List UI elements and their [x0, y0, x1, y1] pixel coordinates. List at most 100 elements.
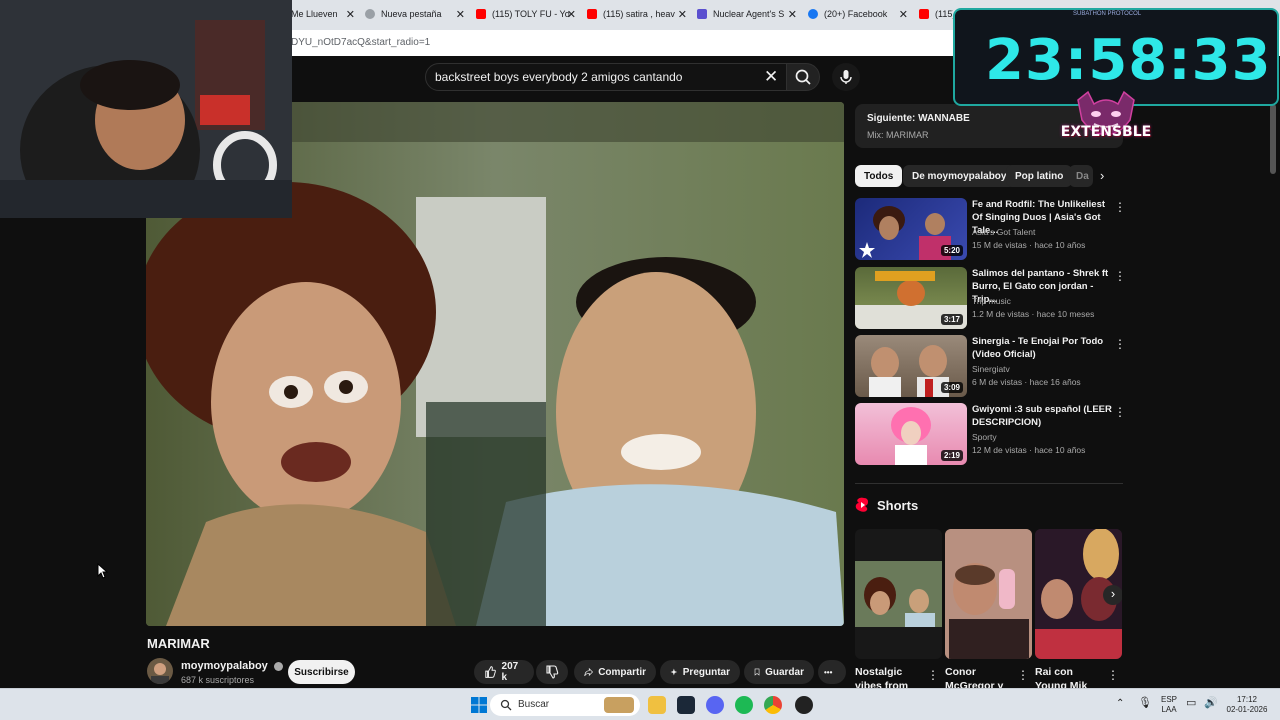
start-button[interactable]: [470, 696, 488, 714]
short-thumbnail[interactable]: [945, 529, 1032, 659]
scrollbar-thumb[interactable]: [1270, 104, 1276, 174]
more-options-icon[interactable]: ⋮: [1114, 405, 1126, 419]
browser-tab[interactable]: (115) satira , heav ✕: [587, 4, 687, 24]
webcam-overlay: [0, 0, 292, 218]
subscribe-button[interactable]: Suscribirse: [288, 660, 355, 684]
verified-icon: [273, 661, 283, 671]
more-options-icon[interactable]: ⋮: [1114, 269, 1126, 283]
duration-badge: 3:09: [940, 382, 963, 393]
close-icon[interactable]: ✕: [678, 8, 687, 21]
windows-logo-icon: [471, 697, 487, 713]
tab-title: (115) TOLY FU - Yo: [492, 9, 570, 19]
browser-tab[interactable]: (20+) Facebook ✕: [808, 4, 908, 24]
shorts-label: Shorts: [877, 497, 919, 513]
short-thumbnail[interactable]: ›: [1035, 529, 1122, 659]
more-options-icon[interactable]: ⋮: [1114, 200, 1126, 214]
youtube-icon: [587, 9, 597, 19]
obs-icon[interactable]: [795, 696, 813, 714]
clock[interactable]: 17:12 02-01-2026: [1222, 695, 1272, 715]
channel-name-text: moymoypalaboy: [181, 660, 268, 672]
bookmark-icon: [754, 668, 760, 676]
language-indicator[interactable]: ESP LAA: [1158, 695, 1180, 715]
browser-tab[interactable]: (115): [919, 4, 953, 24]
chip-all[interactable]: Todos: [855, 165, 903, 187]
browser-tab[interactable]: Me Llueven ✕: [291, 4, 355, 24]
channel-avatar[interactable]: [147, 658, 173, 684]
chevron-right-icon[interactable]: ›: [1103, 585, 1122, 605]
more-options-icon[interactable]: ⋮: [927, 668, 939, 682]
save-button[interactable]: Guardar: [744, 660, 814, 684]
steam-icon[interactable]: [677, 696, 695, 714]
shorts-header: Shorts: [855, 497, 918, 513]
recommendation-item[interactable]: 2:19 Gwiyomi :3 sub español (LEER DESCRI…: [855, 403, 1130, 467]
close-icon[interactable]: ✕: [346, 8, 355, 21]
recommendation-item[interactable]: 5:20 Fe and Rodfil: The Unlikeliest Of S…: [855, 198, 1130, 262]
browser-tab[interactable]: Nuclear Agent's S ✕: [697, 4, 797, 24]
monitor-icon[interactable]: ▭: [1186, 698, 1196, 709]
voice-search-button[interactable]: [832, 63, 860, 91]
windows-taskbar: Buscar ⌃ 🎙 ESP LAA ▭ 🔊 17:12 02-01-2026: [0, 688, 1280, 720]
dislike-button[interactable]: [536, 660, 568, 684]
search-input[interactable]: backstreet boys everybody 2 amigos canta…: [425, 63, 787, 91]
like-button[interactable]: 207 k: [474, 660, 534, 684]
sparkle-icon: [670, 668, 678, 676]
more-options-icon[interactable]: ⋮: [1107, 668, 1119, 682]
recommendation-item[interactable]: 3:17 Salimos del pantano - Shrek ft Burr…: [855, 267, 1130, 331]
short-thumbnail[interactable]: [855, 529, 942, 659]
ask-button[interactable]: Preguntar: [660, 660, 740, 684]
close-icon[interactable]: ✕: [567, 8, 576, 21]
short-title[interactable]: Rai con Young Mik: [1035, 665, 1107, 689]
tab-title: (20+) Facebook: [824, 9, 888, 19]
demon-mascot-icon: [1077, 90, 1135, 135]
taskbar-search[interactable]: Buscar: [490, 694, 640, 716]
tab-title: (115) satira , heav: [603, 9, 675, 19]
short-title[interactable]: Conor McGregor y: [945, 665, 1017, 689]
chip-channel[interactable]: De moymoypalaboy: [903, 165, 1016, 187]
microphone-icon[interactable]: 🎙: [1138, 698, 1152, 709]
recommendation-meta: 6 M de vistas · hace 16 años: [972, 377, 1081, 387]
chevron-up-icon[interactable]: ⌃: [1116, 699, 1124, 709]
chevron-right-icon[interactable]: ›: [1100, 168, 1104, 183]
chip-pop-latino[interactable]: Pop latino: [1006, 165, 1073, 187]
close-icon[interactable]: ✕: [788, 8, 797, 21]
file-explorer-icon[interactable]: [648, 696, 666, 714]
more-actions-button[interactable]: •••: [818, 660, 846, 684]
webcam-feed: [0, 0, 292, 218]
close-icon[interactable]: ✕: [899, 8, 908, 21]
more-options-icon[interactable]: ⋮: [1114, 337, 1126, 351]
browser-tab[interactable]: (115) TOLY FU - Yo ✕: [476, 4, 576, 24]
recommendation-title: Gwiyomi :3 sub español (LEER DESCRIPCION…: [972, 404, 1112, 428]
search-query: backstreet boys everybody 2 amigos canta…: [435, 70, 683, 84]
search-button[interactable]: [786, 63, 820, 91]
youtube-icon: [476, 9, 486, 19]
spotify-icon[interactable]: [735, 696, 753, 714]
video-thumbnail: 3:17: [855, 267, 967, 329]
streamer-logo: EXTENSBLE: [1058, 90, 1154, 154]
browser-tab[interactable]: Nueva pestaña ✕: [365, 4, 465, 24]
short-title[interactable]: Nostalgic vibes from: [855, 665, 927, 689]
tab-title: (115): [935, 9, 953, 19]
video-title: MARIMAR: [147, 636, 210, 651]
taskbar-search-label: Buscar: [518, 699, 550, 710]
chrome-icon[interactable]: [764, 696, 782, 714]
clear-icon[interactable]: ✕: [764, 67, 778, 87]
facebook-icon: [808, 9, 818, 19]
volume-icon[interactable]: 🔊: [1204, 698, 1218, 709]
duration-badge: 3:17: [940, 314, 963, 325]
youtube-icon: [919, 9, 929, 19]
recommendation-item[interactable]: 3:09 Sinergia - Te Enojai Por Todo (Vide…: [855, 335, 1130, 399]
grid-icon: [697, 9, 707, 19]
close-icon[interactable]: ✕: [456, 8, 465, 21]
tab-title: Nuclear Agent's S: [713, 9, 785, 19]
divider: [855, 483, 1123, 484]
more-options-icon[interactable]: ⋮: [1017, 668, 1029, 682]
share-icon: [584, 667, 594, 677]
video-thumbnail: 3:09: [855, 335, 967, 397]
save-label: Guardar: [765, 666, 804, 678]
ask-label: Preguntar: [682, 666, 730, 678]
channel-name[interactable]: moymoypalaboy: [181, 660, 283, 672]
share-button[interactable]: Compartir: [574, 660, 656, 684]
chip-more[interactable]: Da: [1069, 165, 1093, 187]
subscriber-count: 687 k suscriptores: [181, 675, 255, 685]
discord-icon[interactable]: [706, 696, 724, 714]
